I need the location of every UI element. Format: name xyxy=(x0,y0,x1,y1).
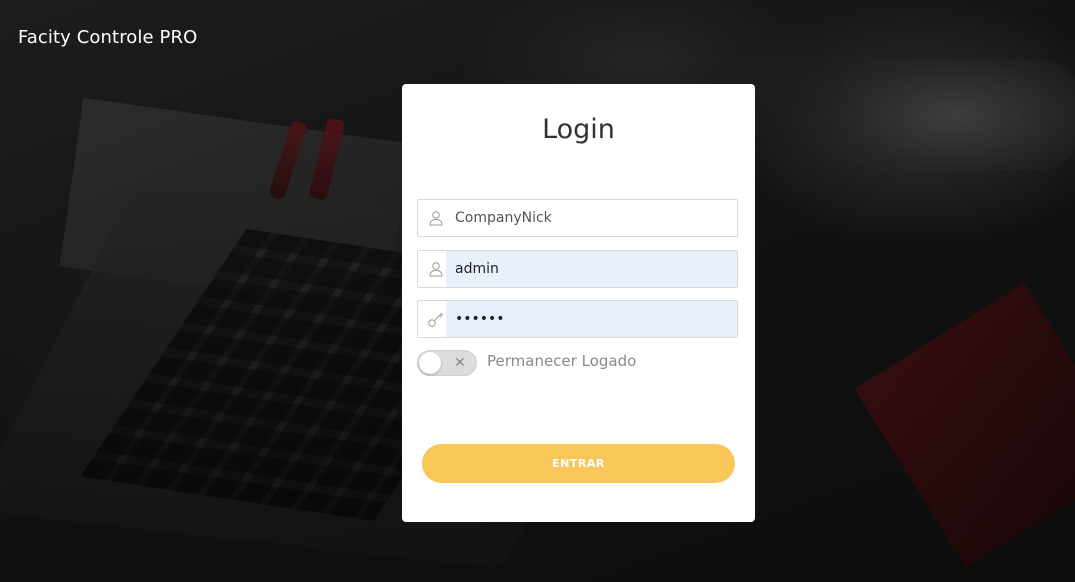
enter-button[interactable]: ENTRAR xyxy=(422,444,735,483)
password-input[interactable]: •••••• xyxy=(446,301,737,337)
company-input[interactable]: CompanyNick xyxy=(446,200,737,236)
remember-me-toggle[interactable]: ✕ xyxy=(417,350,477,376)
password-field[interactable]: •••••• xyxy=(417,300,738,338)
login-card: Login CompanyNick admin •••••• ✕ Permane… xyxy=(402,84,755,522)
username-field[interactable]: admin xyxy=(417,250,738,288)
remember-me-row: ✕ Permanecer Logado xyxy=(417,349,737,377)
company-field[interactable]: CompanyNick xyxy=(417,199,738,237)
login-heading: Login xyxy=(542,114,615,145)
username-input[interactable]: admin xyxy=(446,251,737,287)
app-title: Facity Controle PRO xyxy=(18,27,198,48)
close-icon: ✕ xyxy=(454,355,466,371)
toggle-knob xyxy=(419,352,441,374)
remember-me-label[interactable]: Permanecer Logado xyxy=(487,352,636,370)
